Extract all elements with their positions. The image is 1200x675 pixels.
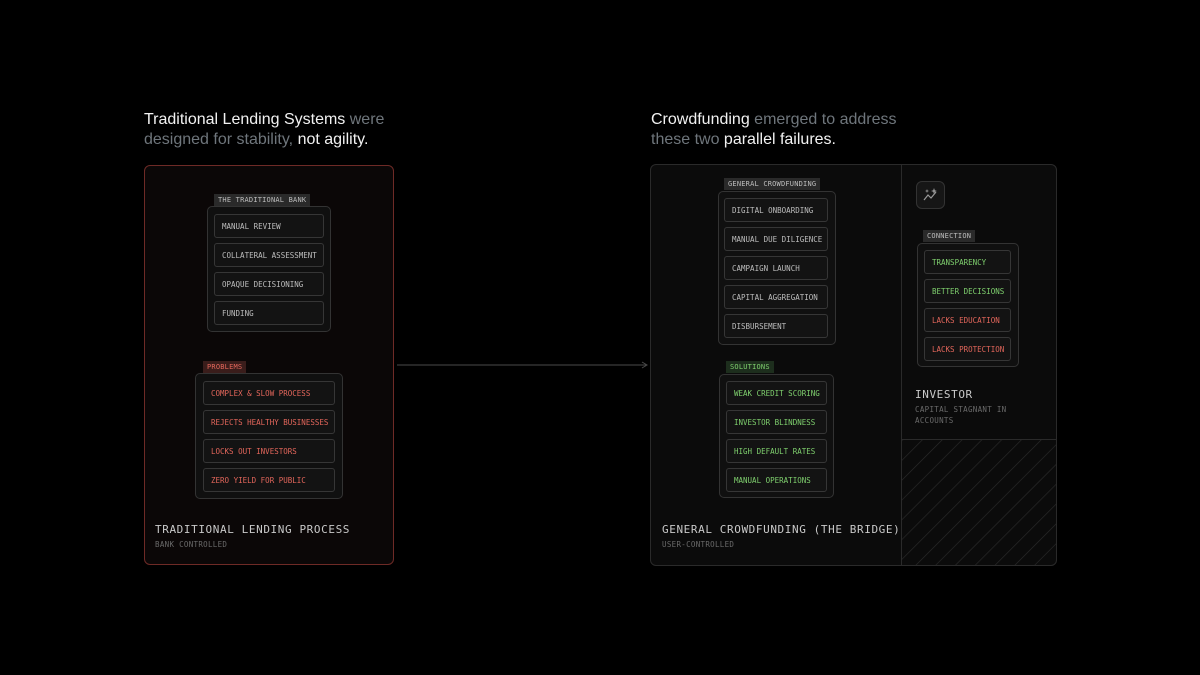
- right-heading-text-2: these two: [651, 131, 720, 148]
- general-item: CAMPAIGN LAUNCH: [724, 256, 828, 280]
- right-heading: Crowdfunding emerged to address these tw…: [651, 110, 931, 150]
- investor-subtitle-line1: CAPITAL STAGNANT IN: [915, 405, 1007, 414]
- hatched-area: [902, 440, 1056, 565]
- crowdfunding-panel: GENERAL CROWDFUNDING DIGITAL ONBOARDING …: [650, 164, 1057, 566]
- traditional-lending-panel: THE TRADITIONAL BANK MANUAL REVIEW COLLA…: [144, 165, 394, 565]
- bank-item-funding: FUNDING: [214, 301, 324, 325]
- traditional-panel-title: TRADITIONAL LENDING PROCESS: [155, 523, 351, 536]
- connection-item-better-decisions: BETTER DECISIONS: [924, 279, 1011, 303]
- right-heading-highlight: Crowdfunding: [651, 111, 750, 128]
- left-heading-highlight-2: not agility.: [293, 131, 369, 148]
- bank-item-opaque-decisioning: OPAQUE DECISIONING: [214, 272, 324, 296]
- bank-item-manual-review: MANUAL REVIEW: [214, 214, 324, 238]
- connection-item-lacks-protection: LACKS PROTECTION: [924, 337, 1011, 361]
- general-item: DISBURSEMENT: [724, 314, 828, 338]
- problem-item: LOCKS OUT INVESTORS: [203, 439, 335, 463]
- solution-item: HIGH DEFAULT RATES: [726, 439, 827, 463]
- general-item: MANUAL DUE DILIGENCE: [724, 227, 828, 251]
- solution-item: WEAK CREDIT SCORING: [726, 381, 827, 405]
- crowdfunding-panel-subtitle: USER-CONTROLLED: [662, 540, 735, 549]
- left-heading-text-2: designed for stability,: [144, 131, 294, 148]
- general-crowdfunding-tag: GENERAL CROWDFUNDING: [724, 178, 821, 190]
- crowdfunding-panel-title: GENERAL CROWDFUNDING (THE BRIDGE): [662, 523, 901, 536]
- connection-item-lacks-education: LACKS EDUCATION: [924, 308, 1011, 332]
- bridge-arrow-head: [641, 361, 648, 369]
- general-item: DIGITAL ONBOARDING: [724, 198, 828, 222]
- investor-title: INVESTOR: [915, 388, 973, 401]
- investor-subtitle-line2: ACCOUNTS: [915, 416, 954, 425]
- right-heading-highlight-2: parallel failures.: [719, 131, 836, 148]
- connection-item-transparency: TRANSPARENCY: [924, 250, 1011, 274]
- general-item: CAPITAL AGGREGATION: [724, 285, 828, 309]
- solutions-tag: SOLUTIONS: [726, 361, 774, 373]
- sparkle-chart-icon: [916, 181, 945, 209]
- traditional-bank-tag: THE TRADITIONAL BANK: [214, 194, 311, 206]
- solution-item: INVESTOR BLINDNESS: [726, 410, 827, 434]
- problem-item: REJECTS HEALTHY BUSINESSES: [203, 410, 335, 434]
- bank-item-collateral-assessment: COLLATERAL ASSESSMENT: [214, 243, 324, 267]
- solution-item: MANUAL OPERATIONS: [726, 468, 827, 492]
- left-heading-text: were: [345, 111, 385, 128]
- left-heading: Traditional Lending Systems were designe…: [144, 110, 404, 150]
- left-heading-highlight: Traditional Lending Systems: [144, 111, 346, 128]
- problem-item: COMPLEX & SLOW PROCESS: [203, 381, 335, 405]
- problem-item: ZERO YIELD FOR PUBLIC: [203, 468, 335, 492]
- traditional-panel-subtitle: BANK CONTROLLED: [155, 540, 228, 549]
- problems-tag: PROBLEMS: [203, 361, 247, 373]
- right-heading-text: emerged to address: [749, 111, 897, 128]
- connection-tag: CONNECTION: [923, 230, 976, 242]
